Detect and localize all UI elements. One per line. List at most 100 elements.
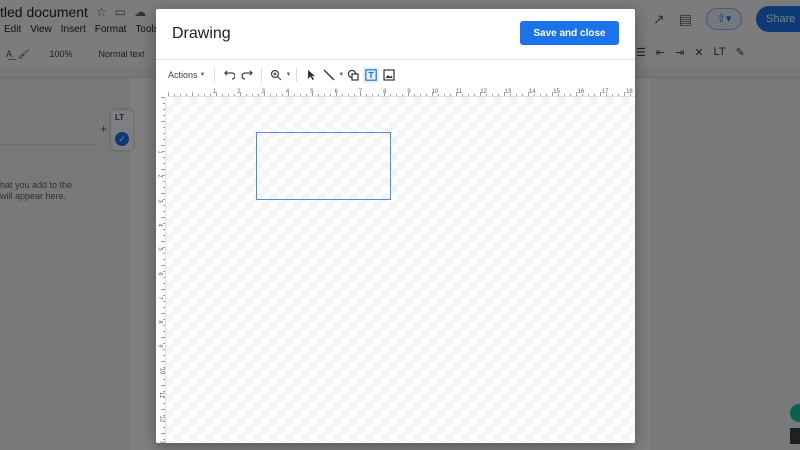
ruler-tick — [486, 94, 487, 96]
ruler-tick — [204, 94, 205, 96]
ruler-tick — [288, 92, 289, 96]
ruler-tick — [606, 94, 607, 96]
horizontal-ruler: 12345678910111213141516171819 — [168, 88, 635, 97]
ruler-tick — [270, 94, 271, 96]
ruler-tick — [163, 187, 165, 188]
ruler-label: 13 — [158, 440, 164, 443]
ruler-tick — [163, 157, 165, 158]
select-icon — [308, 70, 316, 80]
ruler-tick — [282, 94, 283, 96]
ruler-tick — [366, 94, 367, 96]
ruler-tick — [163, 235, 165, 236]
ruler-tick — [258, 94, 259, 96]
ruler-tick — [528, 92, 529, 96]
line-button[interactable] — [321, 67, 337, 83]
ruler-tick — [161, 433, 165, 434]
ruler-tick — [163, 133, 165, 134]
ruler-tick — [264, 92, 265, 96]
ruler-tick — [330, 94, 331, 96]
ruler-tick — [348, 94, 349, 96]
ruler-tick — [163, 247, 165, 248]
ruler-tick — [432, 92, 433, 96]
zoom-icon — [271, 69, 282, 81]
ruler-label: 5 — [156, 247, 163, 251]
ruler-tick — [161, 313, 165, 314]
ruler-tick — [588, 94, 589, 96]
ruler-tick — [163, 391, 165, 392]
ruler-tick — [582, 94, 583, 96]
ruler-label: 9 — [156, 344, 163, 349]
ruler-tick — [324, 94, 325, 96]
text-box-selection[interactable] — [256, 132, 391, 200]
ruler-tick — [504, 92, 505, 96]
ruler-tick — [163, 139, 165, 140]
actions-label: Actions — [168, 70, 198, 80]
ruler-tick — [360, 92, 361, 96]
ruler-tick — [163, 229, 165, 230]
ruler-tick — [174, 94, 175, 96]
ruler-tick — [161, 385, 165, 386]
ruler-tick — [414, 94, 415, 96]
line-icon — [323, 69, 335, 81]
zoom-button[interactable] — [268, 67, 284, 83]
ruler-tick — [163, 415, 165, 416]
ruler-tick — [163, 205, 165, 206]
ruler-label: 8 — [156, 320, 163, 324]
line-chevron-icon[interactable]: ▼ — [338, 72, 344, 78]
dialog-divider — [156, 59, 635, 60]
ruler-tick — [498, 94, 499, 96]
toolbar-separator — [296, 68, 298, 82]
ruler-tick — [163, 277, 165, 278]
ruler-tick — [372, 94, 373, 96]
drawing-toolbar: Actions ▼ ▼ ▼ — [164, 65, 398, 85]
toolbar-separator — [261, 68, 263, 82]
ruler-tick — [444, 94, 445, 96]
image-button[interactable] — [381, 67, 397, 83]
ruler-tick — [456, 92, 457, 96]
ruler-tick — [276, 94, 277, 96]
ruler-tick — [163, 403, 165, 404]
ruler-label: 1 — [156, 150, 163, 154]
select-button[interactable] — [303, 67, 319, 83]
undo-icon — [224, 70, 236, 80]
ruler-tick — [234, 94, 235, 96]
ruler-tick — [163, 319, 165, 320]
chevron-down-icon: ▼ — [199, 72, 206, 78]
ruler-tick — [474, 94, 475, 96]
ruler-tick — [318, 94, 319, 96]
ruler-tick — [252, 94, 253, 96]
ruler-tick — [618, 94, 619, 96]
ruler-tick — [180, 94, 181, 96]
redo-button[interactable] — [239, 67, 255, 83]
ruler-tick — [163, 349, 165, 350]
ruler-tick — [402, 94, 403, 96]
ruler-tick — [534, 94, 535, 96]
ruler-tick — [163, 325, 165, 326]
ruler-tick — [163, 373, 165, 374]
shape-button[interactable] — [345, 67, 361, 83]
actions-menu[interactable]: Actions ▼ — [164, 68, 209, 82]
vertical-ruler: 1234567891011121314 — [156, 97, 166, 443]
ruler-tick — [163, 223, 165, 224]
ruler-tick — [546, 94, 547, 96]
dialog-title: Drawing — [172, 25, 231, 42]
ruler-tick — [163, 295, 165, 296]
ruler-tick — [426, 94, 427, 96]
ruler-tick — [161, 337, 165, 338]
ruler-tick — [336, 92, 337, 96]
save-and-close-button[interactable]: Save and close — [520, 21, 619, 45]
ruler-label: 2 — [156, 174, 163, 178]
ruler-tick — [468, 94, 469, 96]
ruler-tick — [228, 94, 229, 96]
ruler-tick — [462, 94, 463, 96]
text-box-button[interactable] — [363, 67, 380, 83]
ruler-tick — [163, 211, 165, 212]
ruler-tick — [420, 94, 421, 96]
zoom-chevron-icon[interactable]: ▼ — [285, 72, 291, 78]
ruler-tick — [186, 94, 187, 96]
drawing-canvas[interactable] — [166, 97, 635, 443]
ruler-tick — [594, 94, 595, 96]
undo-button[interactable] — [221, 67, 237, 83]
ruler-tick — [306, 94, 307, 96]
ruler-tick — [294, 94, 295, 96]
